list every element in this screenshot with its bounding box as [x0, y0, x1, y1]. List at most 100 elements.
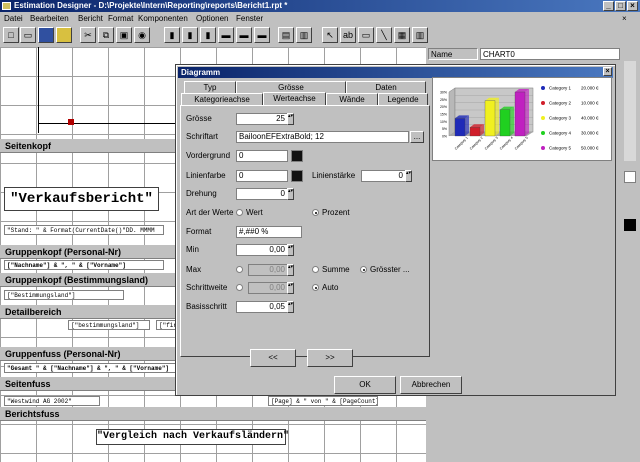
input-basisschritt[interactable]: 0,05	[236, 301, 294, 313]
align-top-icon[interactable]: ▬	[218, 27, 234, 43]
input-schriftart[interactable]: BailoonEFExtraBold; 12	[236, 131, 409, 143]
menu-optionen[interactable]: Optionen	[196, 13, 228, 24]
input-drehung[interactable]: 0	[236, 188, 294, 200]
same-height-icon[interactable]: ▥	[296, 27, 312, 43]
next-button[interactable]: >>	[307, 349, 353, 367]
chart-legend-label: Category 1	[549, 86, 572, 91]
spin-basisschritt[interactable]: ▴▾	[287, 301, 294, 313]
chart-tool-icon[interactable]: ▥	[412, 27, 428, 43]
chart-xtick-label: Category 5	[514, 136, 529, 151]
radio-groesster[interactable]	[360, 266, 367, 273]
chart-ytick-label: 0%	[442, 135, 447, 139]
chart-side-wall	[448, 87, 456, 137]
menu-bericht[interactable]: Bericht	[78, 13, 103, 24]
align-bottom-icon[interactable]: ▬	[254, 27, 270, 43]
paste-icon[interactable]: ▣	[116, 27, 132, 43]
menu-fenster[interactable]: Fenster	[236, 13, 263, 24]
toolbar: □ ▭ ✂ ⧉ ▣ ◉ ▮ ▮ ▮ ▬ ▬ ▬ ▤ ▥ ↖ ab ▭ ╲ ▦ ▥	[0, 25, 640, 48]
chart-legend-marker	[541, 131, 545, 135]
input-min[interactable]: 0,00	[236, 244, 294, 256]
color-swatch-white[interactable]	[624, 171, 636, 183]
align-right-icon[interactable]: ▮	[200, 27, 216, 43]
props-scrollbar[interactable]	[624, 61, 636, 161]
menu-bearbeiten[interactable]: Bearbeiten	[30, 13, 69, 24]
field-verkaufsbericht[interactable]: "Verkaufsbericht"	[4, 187, 159, 211]
ruler-line	[38, 47, 39, 133]
spin-max[interactable]: ▴▾	[287, 264, 294, 276]
field-gesamt[interactable]: "Gesamt " & ["Nachname"] & ", " & ["Vorn…	[4, 363, 176, 373]
radio-max-custom[interactable]	[236, 266, 243, 273]
label-drehung: Drehung	[186, 189, 217, 198]
new-icon[interactable]: □	[3, 27, 19, 43]
color-linienfarbe[interactable]	[291, 170, 303, 182]
open-icon[interactable]: ▭	[20, 27, 36, 43]
spin-groesse[interactable]: ▴▾	[287, 113, 294, 125]
dialog-close-button[interactable]: ×	[603, 67, 612, 76]
label-basisschritt: Basisschritt	[186, 302, 227, 311]
tab-typ[interactable]: Typ	[184, 81, 236, 93]
close-button[interactable]: ×	[627, 1, 638, 11]
field-page[interactable]: [Page] & " von " & [PageCount]	[268, 396, 378, 406]
field-westwind[interactable]: "Westwind AG 2002"	[4, 396, 100, 406]
input-linienfarbe[interactable]: 0	[236, 170, 288, 182]
align-middle-icon[interactable]: ▬	[236, 27, 252, 43]
spin-min[interactable]: ▴▾	[287, 244, 294, 256]
label-tool-icon[interactable]: ab	[340, 27, 356, 43]
prop-name-value[interactable]: CHART0	[480, 48, 620, 60]
minimize-button[interactable]: _	[603, 1, 614, 11]
spin-drehung[interactable]: ▴▾	[287, 188, 294, 200]
radio-summe[interactable]	[312, 266, 319, 273]
radio-wert[interactable]	[236, 209, 243, 216]
input-vordergrund[interactable]: 0	[236, 150, 288, 162]
field-vergleich[interactable]: "Vergleich nach Verkaufsländern"	[96, 429, 289, 445]
radio-prozent[interactable]	[312, 209, 319, 216]
field-bestimmungsland-detail[interactable]: ["bestimmungsland"]	[68, 320, 150, 330]
label-vordergrund: Vordergrund	[186, 151, 231, 160]
menu-datei[interactable]: Datei	[4, 13, 23, 24]
radio-schrittweite-custom[interactable]	[236, 284, 243, 291]
tab-werteachse[interactable]: Werteachse	[263, 92, 326, 105]
field-bestimmungsland[interactable]: ["Bestimmungsland"]	[4, 290, 124, 300]
chart-ytick-label: 15%	[440, 113, 447, 117]
align-left-icon[interactable]: ▮	[164, 27, 180, 43]
tab-legende[interactable]: Legende	[378, 93, 428, 105]
tab-daten[interactable]: Daten	[346, 81, 426, 93]
font-browse-button[interactable]: ...	[410, 131, 424, 143]
save-icon[interactable]	[38, 27, 54, 43]
cut-icon[interactable]: ✂	[80, 27, 96, 43]
field-stand[interactable]: "Stand: " & Format(CurrentDate()"DD. MMM…	[4, 225, 164, 235]
image-tool-icon[interactable]: ▦	[394, 27, 410, 43]
field-tool-icon[interactable]: ▭	[358, 27, 374, 43]
menu-komponenten[interactable]: Komponenten	[138, 13, 188, 24]
field-nachname[interactable]: ["Nachname"] & ", " & ["Vorname"]	[4, 260, 164, 270]
label-prozent: Prozent	[322, 208, 350, 217]
cancel-button[interactable]: Abbrechen	[400, 376, 462, 394]
chart-legend-marker	[541, 86, 545, 90]
tab-kategorieachse[interactable]: Kategorieachse	[181, 93, 263, 105]
chart-bar-side	[510, 106, 514, 136]
maximize-button[interactable]: □	[615, 1, 626, 11]
mdi-close-icon[interactable]: ×	[622, 13, 627, 24]
ok-button[interactable]: OK	[334, 376, 396, 394]
band-berichtsfuss[interactable]: Berichtsfuss	[0, 407, 426, 421]
color-swatch-black[interactable]	[624, 219, 636, 231]
input-groesse[interactable]: 25	[236, 113, 294, 125]
align-center-icon[interactable]: ▮	[182, 27, 198, 43]
tab-waende[interactable]: Wände	[326, 93, 378, 105]
input-format[interactable]: #,##0 %	[236, 226, 302, 238]
spin-schrittweite[interactable]: ▴▾	[287, 282, 294, 294]
pointer-icon[interactable]: ↖	[322, 27, 338, 43]
radio-auto[interactable]	[312, 284, 319, 291]
prev-button[interactable]: <<	[250, 349, 296, 367]
preview-icon[interactable]: ◉	[134, 27, 150, 43]
chart-bar-side	[465, 115, 469, 136]
chart-bar	[469, 127, 481, 137]
copy-icon[interactable]: ⧉	[98, 27, 114, 43]
spin-linienstaerke[interactable]: ▴▾	[405, 170, 412, 182]
chart-ytick-label: 5%	[442, 127, 447, 131]
menu-format[interactable]: Format	[108, 13, 133, 24]
folder-icon[interactable]	[56, 27, 72, 43]
line-tool-icon[interactable]: ╲	[376, 27, 392, 43]
same-width-icon[interactable]: ▤	[278, 27, 294, 43]
color-vordergrund[interactable]	[291, 150, 303, 162]
